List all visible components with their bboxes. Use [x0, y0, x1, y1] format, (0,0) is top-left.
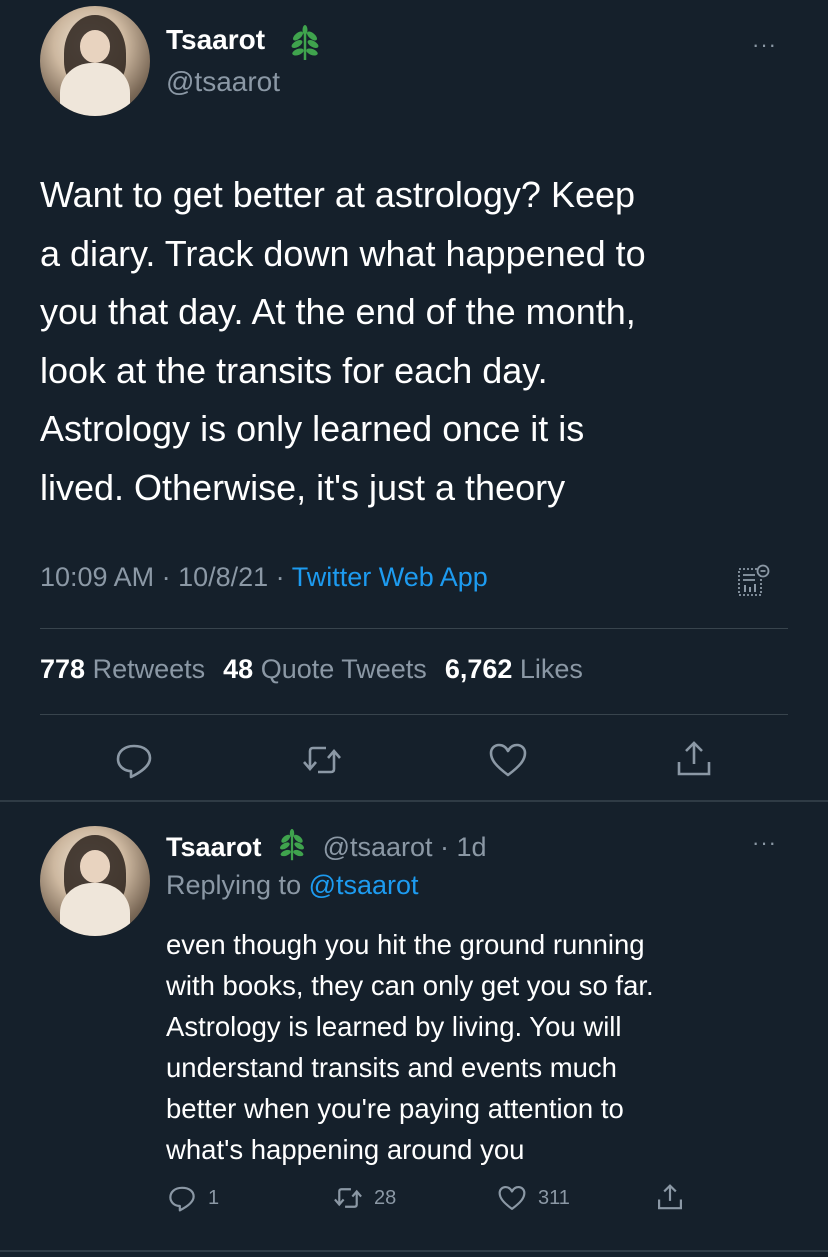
retweet-icon	[334, 1188, 362, 1208]
reply-count: 1	[208, 1186, 220, 1209]
retweets-stat[interactable]: 778 Retweets	[40, 654, 205, 684]
avatar[interactable]	[40, 6, 150, 116]
like-button[interactable]	[486, 738, 530, 782]
tweet-stats: 778 Retweets 48 Quote Tweets 6,762 Likes	[40, 654, 583, 685]
replying-handle[interactable]: @tsaarot	[309, 870, 419, 900]
like-icon	[498, 1186, 526, 1210]
reply-button[interactable]: 1	[166, 1180, 219, 1216]
like-icon	[489, 743, 527, 777]
like-button[interactable]: 311	[496, 1180, 570, 1216]
verified-leaf-icon	[291, 25, 319, 60]
divider	[40, 628, 788, 629]
bottom-divider	[0, 1250, 828, 1252]
meta-separator: ·	[268, 562, 292, 592]
share-icon	[658, 1184, 682, 1210]
reply-icon	[116, 744, 152, 779]
verified-leaf-icon	[280, 828, 305, 861]
retweet-button[interactable]	[300, 738, 344, 782]
likes-stat[interactable]: 6,762 Likes	[445, 654, 583, 684]
avatar[interactable]	[40, 826, 150, 936]
quotes-stat[interactable]: 48 Quote Tweets	[223, 654, 427, 684]
more-icon[interactable]: ···	[752, 832, 777, 854]
analytics-icon[interactable]	[736, 563, 772, 599]
display-name[interactable]: Tsaarot	[166, 832, 262, 862]
reply-header: Tsaarot @tsaarot · 1d	[166, 828, 487, 863]
tweet-text: Want to get better at astrology? Keep a …	[40, 174, 646, 508]
main-tweet: Tsaarot @tsaarot ··· Want to get better …	[0, 0, 828, 800]
tweet-date[interactable]: 10/8/21	[178, 562, 268, 592]
tweet-time[interactable]: 10:09 AM	[40, 562, 154, 592]
reply-icon	[169, 1186, 195, 1212]
retweet-button[interactable]: 28	[332, 1180, 396, 1216]
tweet-meta: 10:09 AM · 10/8/21 · Twitter Web App	[40, 562, 488, 593]
more-icon[interactable]: ···	[752, 34, 777, 56]
reply-text: even though you hit the ground running w…	[166, 929, 654, 1165]
divider	[40, 714, 788, 715]
share-button[interactable]	[672, 738, 716, 782]
handle-time[interactable]: @tsaarot · 1d	[323, 832, 487, 862]
display-name[interactable]: Tsaarot	[166, 24, 265, 56]
reply-tweet[interactable]: Tsaarot @tsaarot · 1d ··· Replying to @t…	[0, 802, 828, 1257]
reply-button[interactable]	[112, 738, 156, 782]
replying-prefix: Replying to	[166, 870, 309, 900]
share-icon	[677, 741, 711, 776]
retweet-icon	[303, 746, 341, 774]
replying-to: Replying to @tsaarot	[166, 870, 419, 901]
retweet-count: 28	[374, 1186, 397, 1209]
meta-separator: ·	[154, 562, 179, 592]
tweet-source[interactable]: Twitter Web App	[292, 562, 488, 592]
handle[interactable]: @tsaarot	[166, 66, 280, 98]
like-count: 311	[538, 1186, 570, 1209]
share-button[interactable]	[654, 1180, 696, 1216]
